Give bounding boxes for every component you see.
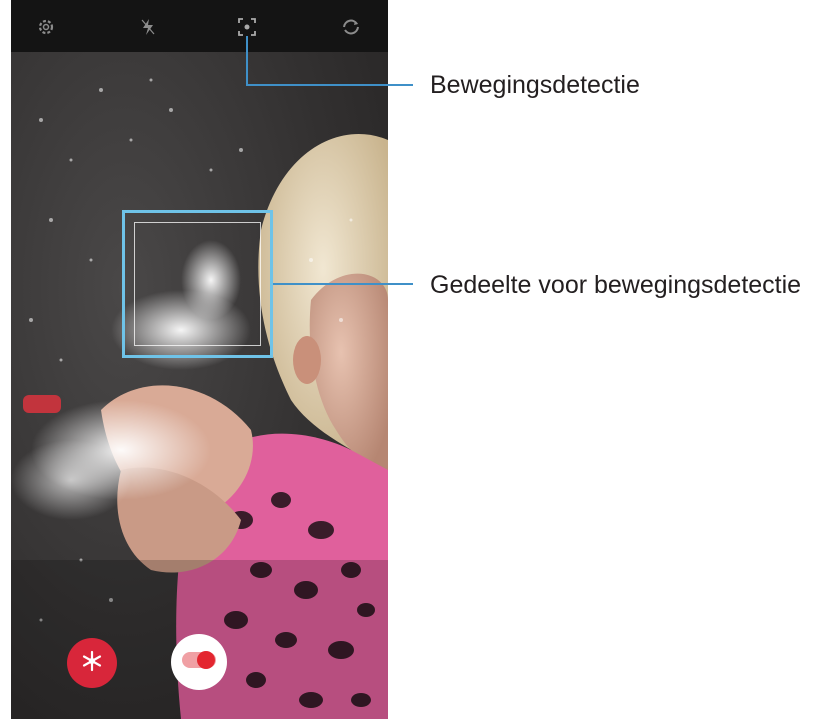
motion-detection-area-inner-frame [134,222,261,346]
settings-icon[interactable] [33,14,59,40]
camera-preview-image [11,0,388,719]
record-toggle-icon [181,650,217,674]
snowflake-icon [81,650,103,676]
camera-screen [11,0,388,719]
motion-detection-area-label: Gedeelte voor bewegingsdetectie [430,271,802,299]
flash-off-icon[interactable] [135,14,161,40]
motion-detection-area-frame[interactable] [122,210,273,358]
camera-top-bar [11,0,388,52]
record-button[interactable] [171,634,227,690]
switch-camera-icon[interactable] [338,14,364,40]
callout-line-motion-detection-horizontal [246,84,413,86]
callout-line-motion-area [273,283,413,285]
motion-detection-label: Bewegingsdetectie [430,71,640,99]
callout-line-motion-detection-vertical [246,36,248,85]
hint-text [127,578,267,594]
effect-button[interactable] [67,638,117,688]
